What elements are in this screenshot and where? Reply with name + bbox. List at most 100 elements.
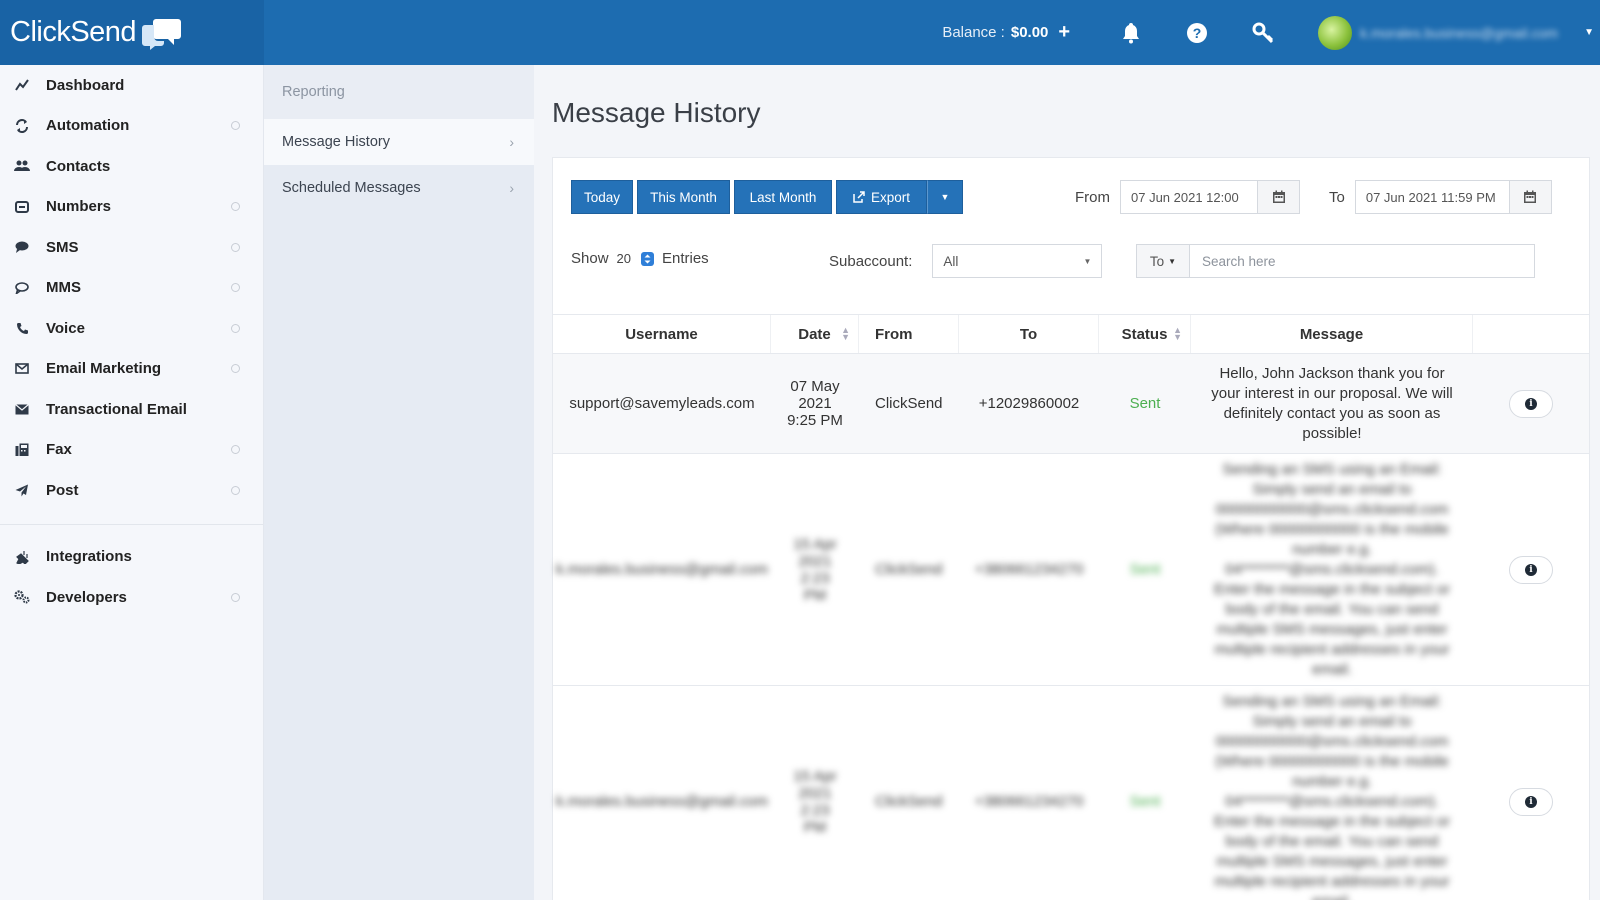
sidebar-item-post[interactable]: Post [0, 470, 263, 511]
cell-actions: i [1473, 354, 1589, 453]
plus-icon[interactable]: + [1058, 21, 1070, 44]
subnav-item-message-history[interactable]: Message History › [264, 119, 534, 165]
table-row[interactable]: k.morales.business@gmail.com 15 Apr 2021… [553, 454, 1589, 686]
cell-status: Sent [1129, 561, 1161, 578]
logo[interactable]: ClickSend [0, 0, 264, 65]
avatar[interactable] [1318, 15, 1353, 50]
sidebar-item-label: Transactional Email [46, 400, 187, 418]
search-group: To ▼ [1136, 244, 1535, 278]
table-row[interactable]: k.morales.business@gmail.com 15 Apr 2021… [553, 686, 1589, 900]
expand-indicator-icon [231, 242, 240, 252]
column-date[interactable]: Date ▲ ▼ [771, 315, 859, 353]
spinner-icon [641, 251, 654, 266]
sidebar-item-mms[interactable]: MMS [0, 268, 263, 309]
logo-text: ClickSend [10, 16, 137, 48]
send-icon [12, 482, 32, 498]
column-from[interactable]: From [859, 315, 959, 353]
sidebar: Dashboard Automation Contacts Numbers SMS MMS… [0, 65, 264, 900]
this-month-button[interactable]: This Month [637, 180, 730, 214]
chat-bubbles-icon [142, 16, 182, 50]
to-date-group: To 07 Jun 2021 11:59 PM [1329, 180, 1552, 214]
info-button[interactable]: i [1509, 555, 1553, 584]
sidebar-item-label: Contacts [46, 157, 111, 175]
search-filter-label: To [1149, 253, 1165, 269]
entries-label: Entries [662, 250, 709, 267]
from-date-field[interactable]: 07 Jun 2021 12:00 [1120, 180, 1300, 214]
cell-to: +380661234270 [974, 561, 1084, 578]
balance-value: $0.00 [1010, 24, 1049, 41]
sidebar-item-numbers[interactable]: Numbers [0, 187, 263, 228]
info-button[interactable]: i [1509, 787, 1553, 816]
sidebar-item-contacts[interactable]: Contacts [0, 146, 263, 187]
help-icon[interactable]: ? [1186, 22, 1208, 44]
sidebar-item-automation[interactable]: Automation [0, 106, 263, 147]
cell-message: Sending an SMS using an Email: Simply se… [1214, 460, 1450, 678]
export-dropdown-toggle[interactable]: ▼ [927, 180, 963, 214]
column-message[interactable]: Message [1191, 315, 1473, 353]
chat-outline-icon [12, 280, 32, 296]
sidebar-item-fax[interactable]: Fax [0, 430, 263, 471]
to-date-value[interactable]: 07 Jun 2021 11:59 PM [1356, 190, 1509, 205]
svg-text:?: ? [1193, 25, 1202, 41]
subaccount-select[interactable]: All ▼ [932, 244, 1103, 278]
chevron-down-icon[interactable]: ▼ [1584, 27, 1594, 38]
cogs-icon [12, 589, 32, 605]
export-icon [853, 191, 865, 203]
column-to[interactable]: To [959, 315, 1099, 353]
sidebar-item-label: Email Marketing [46, 360, 162, 378]
cell-username: support@savemyleads.com [569, 395, 755, 412]
sidebar-item-voice[interactable]: Voice [0, 308, 263, 349]
sidebar-item-transactional-email[interactable]: Transactional Email [0, 389, 263, 430]
bell-icon[interactable] [1120, 22, 1142, 44]
user-email[interactable]: k.morales.business@gmail.com [1360, 25, 1580, 41]
expand-indicator-icon [231, 202, 240, 212]
sidebar-item-label: SMS [46, 238, 79, 256]
sidebar-item-developers[interactable]: Developers [0, 577, 263, 618]
sidebar-item-integrations[interactable]: Integrations [0, 537, 263, 578]
column-date-label: Date [798, 325, 831, 343]
fax-icon [12, 442, 32, 458]
column-status[interactable]: Status ▲ ▼ [1099, 315, 1191, 353]
key-icon[interactable] [1252, 22, 1274, 44]
sidebar-item-email-marketing[interactable]: Email Marketing [0, 349, 263, 390]
today-button[interactable]: Today [571, 180, 633, 214]
sort-icon: ▲ ▼ [1173, 325, 1182, 342]
search-input[interactable] [1190, 244, 1535, 278]
subnav-item-scheduled-messages[interactable]: Scheduled Messages › [264, 165, 534, 211]
expand-indicator-icon [231, 445, 240, 455]
search-filter-dropdown[interactable]: To ▼ [1136, 244, 1190, 278]
sidebar-divider [0, 523, 263, 525]
sidebar-item-label: Voice [46, 319, 85, 337]
info-button[interactable]: i [1509, 389, 1553, 418]
envelope-outline-icon [12, 361, 32, 377]
subaccount-filter: Subaccount: All ▼ [829, 244, 1103, 278]
export-label: Export [870, 189, 911, 205]
sidebar-item-dashboard[interactable]: Dashboard [0, 65, 263, 106]
entries-select[interactable]: 20 [617, 251, 654, 266]
export-button[interactable]: Export [836, 180, 927, 214]
cell-to: +380661234270 [974, 793, 1084, 810]
column-username[interactable]: Username [553, 315, 771, 353]
calendar-icon[interactable] [1257, 181, 1299, 213]
chevron-right-icon: › [509, 180, 514, 196]
to-date-field[interactable]: 07 Jun 2021 11:59 PM [1354, 180, 1552, 214]
table-row[interactable]: support@savemyleads.com 07 May 2021 9:25… [553, 354, 1589, 454]
balance-label: Balance : [942, 24, 1005, 41]
reporting-subnav: Reporting Message History › Scheduled Me… [264, 65, 534, 900]
last-month-button[interactable]: Last Month [734, 180, 832, 214]
balance[interactable]: Balance : $0.00 + [942, 21, 1070, 44]
calendar-icon[interactable] [1508, 181, 1551, 213]
show-label: Show [571, 250, 609, 267]
subnav-item-label: Message History [282, 134, 390, 150]
plug-icon [12, 549, 32, 565]
show-entries: Show 20 Entries [571, 250, 709, 267]
cell-from: ClickSend [875, 561, 943, 578]
expand-indicator-icon [231, 283, 240, 293]
caret-down-icon: ▼ [940, 192, 950, 202]
sidebar-item-sms[interactable]: SMS [0, 227, 263, 268]
sidebar-item-label: Dashboard [46, 76, 125, 94]
column-actions [1473, 315, 1589, 353]
users-icon [12, 158, 32, 174]
from-date-value[interactable]: 07 Jun 2021 12:00 [1121, 190, 1257, 205]
from-label: From [1075, 188, 1110, 206]
